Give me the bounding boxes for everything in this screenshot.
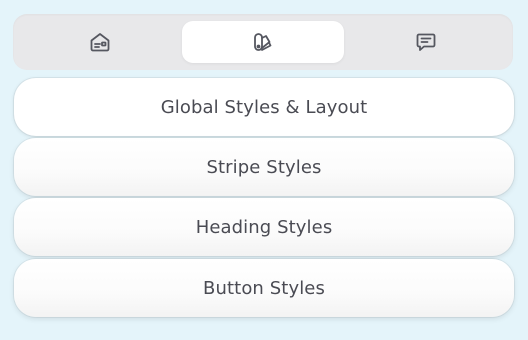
section-label: Global Styles & Layout xyxy=(160,96,368,118)
tab-home[interactable] xyxy=(19,21,181,63)
tab-messages[interactable] xyxy=(345,21,507,63)
section-global-styles-layout[interactable]: Global Styles & Layout xyxy=(14,78,514,136)
home-mail-icon xyxy=(88,30,112,54)
section-stripe-styles[interactable]: Stripe Styles xyxy=(14,138,514,196)
tab-bar xyxy=(13,14,513,70)
section-label: Stripe Styles xyxy=(206,156,322,178)
section-heading-styles[interactable]: Heading Styles xyxy=(14,198,514,256)
section-label: Heading Styles xyxy=(195,216,333,238)
section-button-styles[interactable]: Button Styles xyxy=(14,259,514,317)
swatches-icon xyxy=(251,30,275,54)
tab-styles[interactable] xyxy=(182,21,344,63)
style-panel: Global Styles & Layout Stripe Styles Hea… xyxy=(0,0,528,340)
section-label: Button Styles xyxy=(203,277,325,299)
message-icon xyxy=(414,30,438,54)
